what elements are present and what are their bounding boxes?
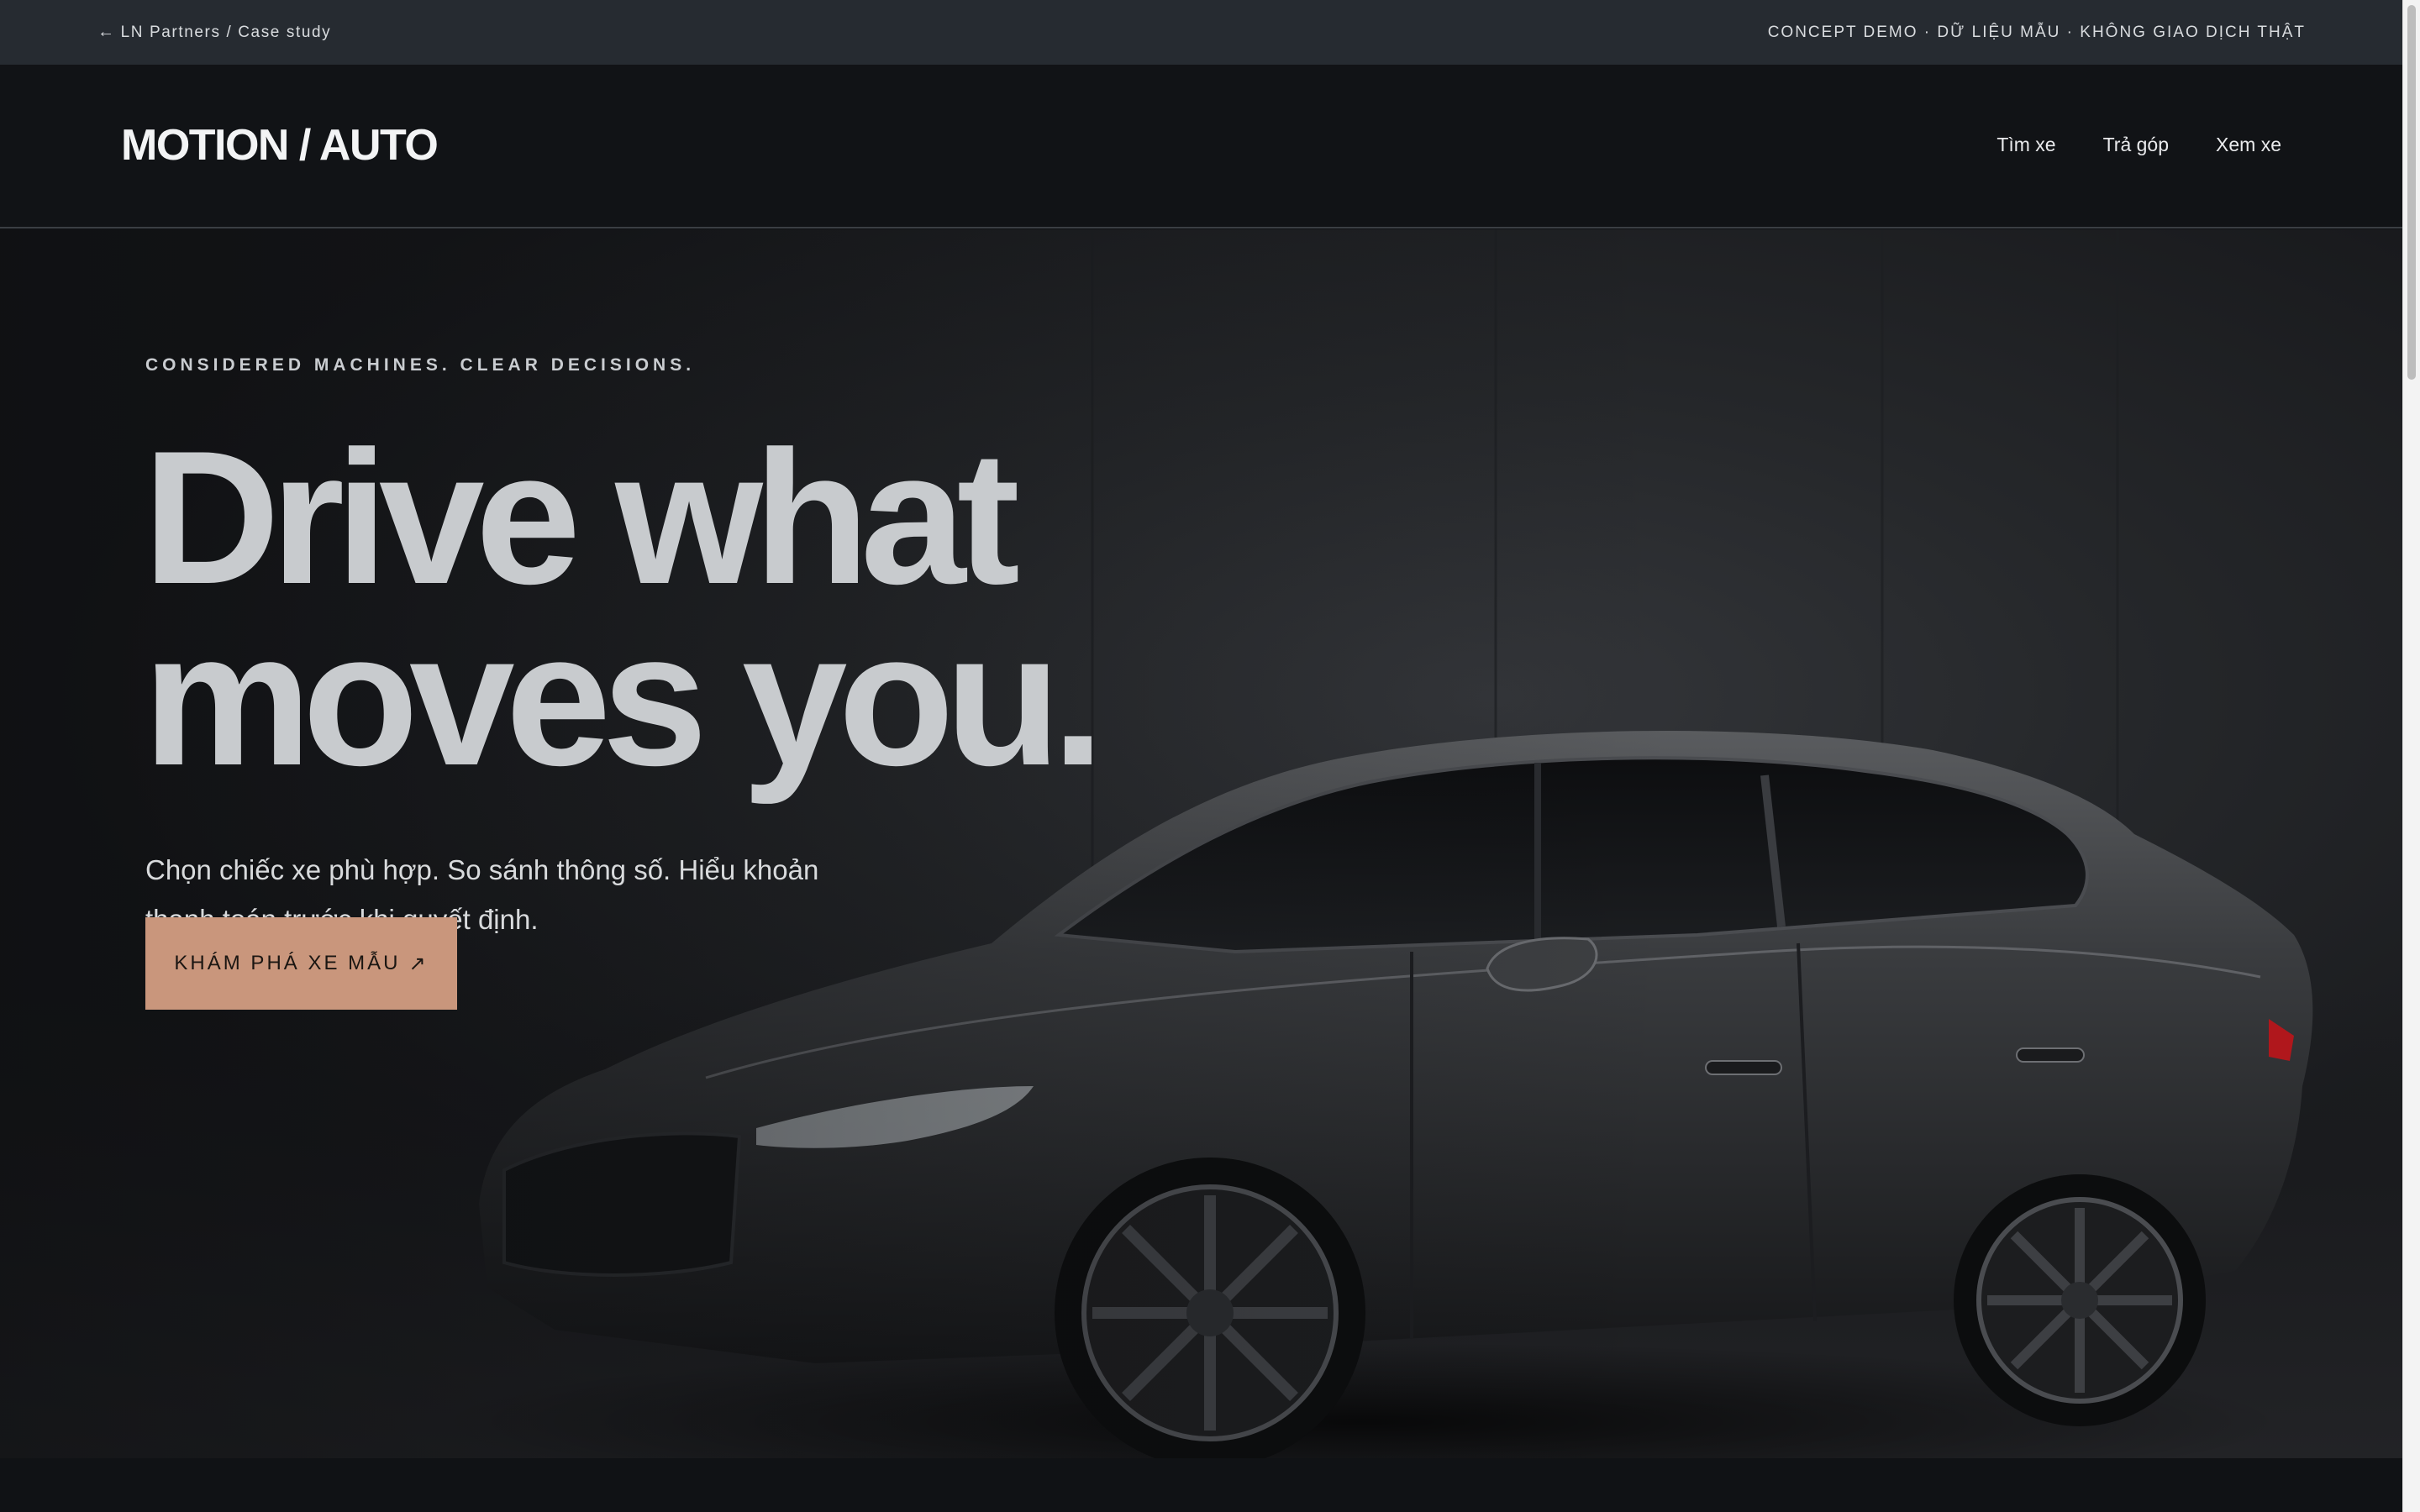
cta-label: KHÁM PHÁ XE MẪU (174, 952, 401, 974)
nav-link-installment[interactable]: Trả góp (2103, 134, 2169, 156)
explore-sample-cars-button[interactable]: KHÁM PHÁ XE MẪU ↗ (145, 917, 457, 1010)
hero-section: CONSIDERED MACHINES. CLEAR DECISIONS. Dr… (0, 229, 2403, 1458)
site-header: MOTION / AUTO Tìm xe Trả góp Xem xe (0, 65, 2403, 228)
nav-link-find-car[interactable]: Tìm xe (1996, 134, 2055, 156)
arrow-left-icon: ← (97, 23, 116, 41)
arrow-up-right-icon: ↗ (408, 952, 429, 975)
next-section-edge (0, 1458, 2403, 1512)
demo-disclaimer: CONCEPT DEMO · DỮ LIỆU MẪU · KHÔNG GIAO … (1767, 23, 2306, 41)
back-link-label: LN Partners / Case study (120, 23, 332, 41)
demo-bar: ← LN Partners / Case study CONCEPT DEMO … (0, 0, 2403, 65)
hero-headline: Drive what moves you. (143, 411, 1104, 805)
scrollbar-thumb[interactable] (2407, 5, 2416, 380)
main-nav: Tìm xe Trả góp Xem xe (1996, 134, 2281, 156)
nav-link-view-cars[interactable]: Xem xe (2216, 134, 2281, 156)
headline-line-2: moves you. (143, 592, 1104, 805)
hero-eyebrow: CONSIDERED MACHINES. CLEAR DECISIONS. (145, 355, 696, 375)
back-link[interactable]: ← LN Partners / Case study (97, 23, 331, 42)
brand-logo[interactable]: MOTION / AUTO (121, 120, 439, 171)
page-scrollbar[interactable] (2402, 0, 2420, 1512)
headline-line-1: Drive what (143, 411, 1020, 623)
